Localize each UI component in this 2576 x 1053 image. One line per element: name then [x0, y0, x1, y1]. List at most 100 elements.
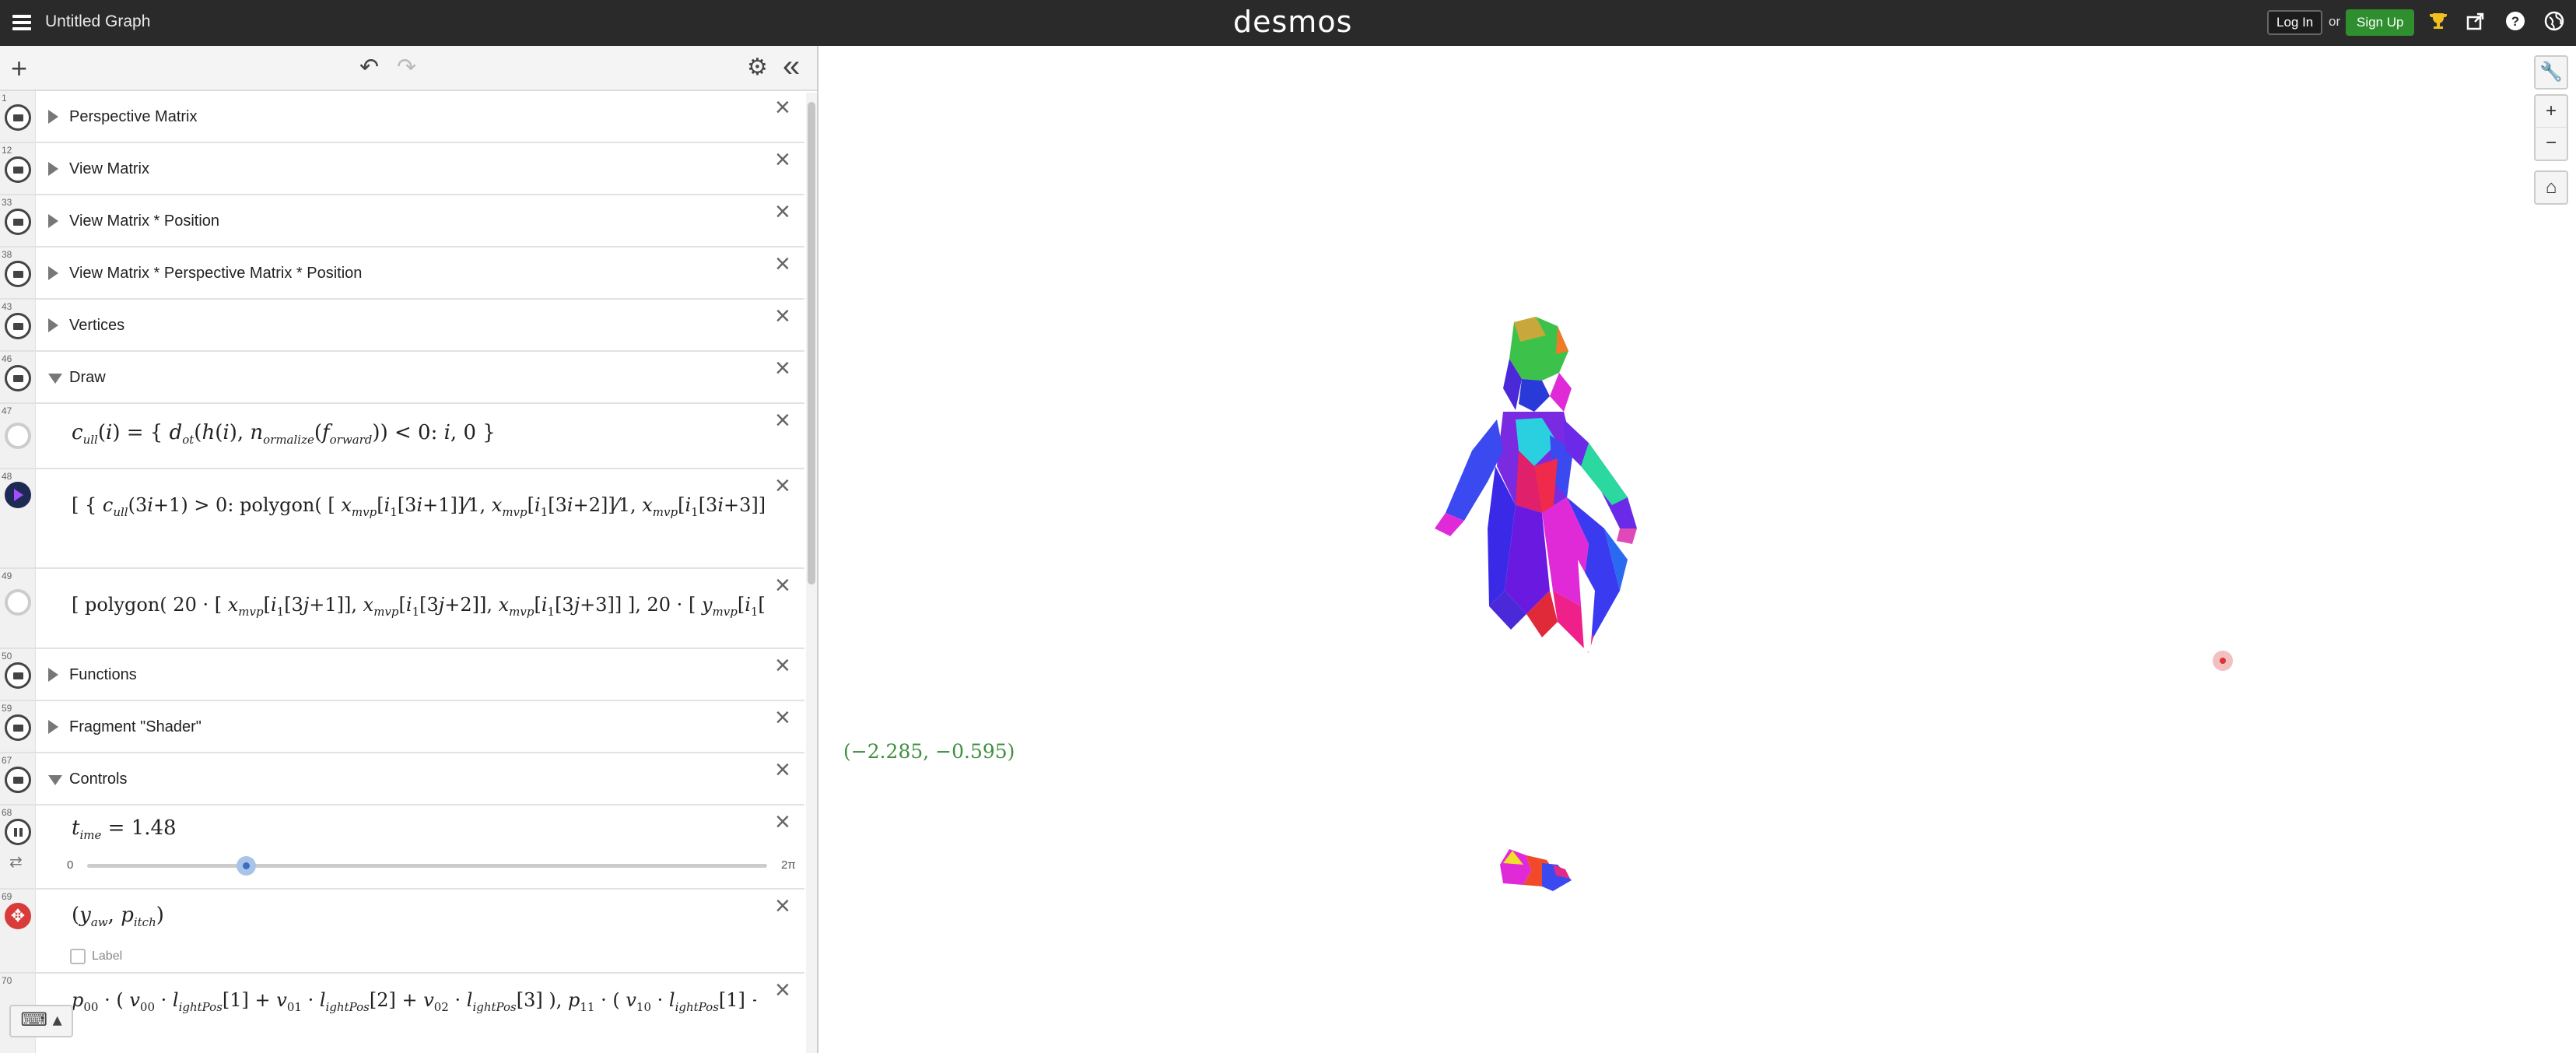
- folder-row[interactable]: 46 Draw ×: [0, 352, 804, 404]
- login-button[interactable]: Log In: [2267, 10, 2323, 35]
- delete-icon[interactable]: ×: [775, 355, 790, 381]
- graph-style-icon[interactable]: [5, 482, 31, 508]
- delete-icon[interactable]: ×: [775, 94, 790, 121]
- folder-row[interactable]: 38 View Matrix * Perspective Matrix * Po…: [0, 247, 804, 300]
- expression-formula[interactable]: p00 · ( v00 · lightPos[1] + v01 · lightP…: [72, 989, 756, 1014]
- slider-thumb[interactable]: [236, 856, 256, 876]
- expand-triangle-icon[interactable]: [48, 720, 58, 734]
- expand-triangle-icon[interactable]: [48, 110, 58, 124]
- wrench-icon[interactable]: 🔧: [2534, 55, 2568, 90]
- hidden-toggle-icon[interactable]: [5, 589, 31, 616]
- delete-icon[interactable]: ×: [775, 809, 790, 835]
- point-row[interactable]: 69 ✥ (yaw, pitch) Label ×: [0, 890, 804, 974]
- row-gutter: 68 ⇄: [0, 806, 36, 888]
- collapse-panel-icon[interactable]: «: [783, 49, 800, 84]
- undo-icon[interactable]: ↶: [359, 54, 379, 81]
- delete-icon[interactable]: ×: [775, 251, 790, 277]
- folder-icon[interactable]: [5, 313, 31, 339]
- expression-row[interactable]: 48 [ { cull(3i+1) > 0: polygon( [ xmvp[i…: [0, 469, 804, 569]
- delete-icon[interactable]: ×: [775, 893, 790, 919]
- folder-row[interactable]: 59 Fragment "Shader" ×: [0, 701, 804, 753]
- expression-row[interactable]: 47 cull(i) = { dot(h(i), normalize(forwa…: [0, 404, 804, 469]
- gear-icon[interactable]: ⚙: [747, 54, 768, 81]
- folder-icon[interactable]: [5, 767, 31, 793]
- delete-icon[interactable]: ×: [775, 472, 790, 499]
- folder-icon[interactable]: [5, 365, 31, 391]
- slider-row[interactable]: 68 ⇄ time = 1.48 0 2π ×: [0, 806, 804, 890]
- delete-icon[interactable]: ×: [775, 756, 790, 783]
- label-checkbox-text[interactable]: Label: [92, 949, 122, 963]
- folder-row[interactable]: 67 Controls ×: [0, 753, 804, 806]
- folder-icon[interactable]: [5, 104, 31, 131]
- move-point-icon[interactable]: ✥: [5, 903, 31, 929]
- folder-label[interactable]: Vertices: [69, 317, 124, 335]
- collapse-triangle-icon[interactable]: [48, 775, 62, 785]
- folder-icon[interactable]: [5, 714, 31, 741]
- row-gutter: 46: [0, 352, 36, 402]
- pause-icon[interactable]: [5, 819, 31, 845]
- expression-row[interactable]: 49 [ polygon( 20 · [ xmvp[i1[3j+1]], xmv…: [0, 569, 804, 649]
- delete-icon[interactable]: ×: [775, 407, 790, 433]
- folder-label[interactable]: View Matrix * Perspective Matrix * Posit…: [69, 265, 362, 283]
- expand-triangle-icon[interactable]: [48, 266, 58, 280]
- loop-mode-icon[interactable]: ⇄: [9, 852, 23, 872]
- delete-icon[interactable]: ×: [775, 704, 790, 731]
- folder-label[interactable]: Controls: [69, 770, 127, 788]
- home-icon[interactable]: ⌂: [2534, 170, 2568, 205]
- expression-formula[interactable]: [ { cull(3i+1) > 0: polygon( [ xmvp[i1[3…: [72, 494, 764, 519]
- folder-row[interactable]: 43 Vertices ×: [0, 300, 804, 352]
- expression-formula[interactable]: (yaw, pitch): [72, 904, 164, 929]
- share-icon[interactable]: [2464, 11, 2487, 34]
- folder-row[interactable]: 50 Functions ×: [0, 649, 804, 701]
- graph-title[interactable]: Untitled Graph: [45, 12, 150, 31]
- label-checkbox[interactable]: [70, 949, 86, 964]
- expression-formula[interactable]: cull(i) = { dot(h(i), normalize(forward)…: [72, 421, 764, 447]
- folder-label[interactable]: Functions: [69, 666, 137, 684]
- delete-icon[interactable]: ×: [775, 146, 790, 173]
- folder-label[interactable]: View Matrix: [69, 160, 149, 178]
- row-gutter: 67: [0, 753, 36, 804]
- slider-min-label[interactable]: 0: [67, 858, 73, 872]
- graph-canvas[interactable]: (−2.285, −0.595) 🔧 + − ⌂: [818, 46, 2576, 1053]
- hidden-toggle-icon[interactable]: [5, 423, 31, 449]
- folder-label[interactable]: Fragment "Shader": [69, 718, 202, 736]
- folder-label[interactable]: View Matrix * Position: [69, 212, 219, 230]
- draggable-point[interactable]: [2213, 651, 2233, 671]
- folder-label[interactable]: Perspective Matrix: [69, 108, 198, 126]
- collapse-triangle-icon[interactable]: [48, 374, 62, 384]
- add-item-icon[interactable]: +: [11, 52, 27, 85]
- folder-icon[interactable]: [5, 662, 31, 689]
- expression-scroll-thumb[interactable]: [808, 102, 815, 584]
- expand-triangle-icon[interactable]: [48, 318, 58, 332]
- zoom-in-icon[interactable]: +: [2534, 94, 2568, 128]
- expression-formula[interactable]: [ polygon( 20 · [ xmvp[i1[3j+1]], xmvp[i…: [72, 594, 764, 619]
- slider-formula[interactable]: time = 1.48: [72, 816, 177, 842]
- globe-icon[interactable]: [2543, 11, 2566, 34]
- slider-track[interactable]: [87, 864, 767, 868]
- row-number: 68: [2, 807, 12, 818]
- expand-triangle-icon[interactable]: [48, 214, 58, 228]
- slider-max-label[interactable]: 2π: [781, 858, 796, 872]
- delete-icon[interactable]: ×: [775, 977, 790, 1003]
- folder-label[interactable]: Draw: [69, 369, 106, 387]
- keyboard-toggle-button[interactable]: ⌨ ▴: [9, 1005, 73, 1037]
- delete-icon[interactable]: ×: [775, 652, 790, 679]
- trophy-icon[interactable]: [2427, 11, 2450, 34]
- folder-row[interactable]: 33 View Matrix * Position ×: [0, 195, 804, 247]
- expand-triangle-icon[interactable]: [48, 668, 58, 682]
- expression-row[interactable]: 70 p00 · ( v00 · lightPos[1] + v01 · lig…: [0, 974, 804, 1053]
- folder-icon[interactable]: [5, 261, 31, 287]
- delete-icon[interactable]: ×: [775, 198, 790, 225]
- zoom-out-icon[interactable]: −: [2534, 127, 2568, 161]
- folder-row[interactable]: 12 View Matrix ×: [0, 143, 804, 195]
- hamburger-menu-icon[interactable]: [11, 11, 33, 34]
- redo-icon[interactable]: ↷: [397, 54, 416, 81]
- folder-icon[interactable]: [5, 156, 31, 183]
- delete-icon[interactable]: ×: [775, 572, 790, 598]
- help-icon[interactable]: ?: [2504, 11, 2527, 34]
- folder-row[interactable]: 1 Perspective Matrix ×: [0, 91, 804, 143]
- folder-icon[interactable]: [5, 209, 31, 235]
- signup-button[interactable]: Sign Up: [2346, 9, 2415, 36]
- delete-icon[interactable]: ×: [775, 303, 790, 329]
- expand-triangle-icon[interactable]: [48, 162, 58, 176]
